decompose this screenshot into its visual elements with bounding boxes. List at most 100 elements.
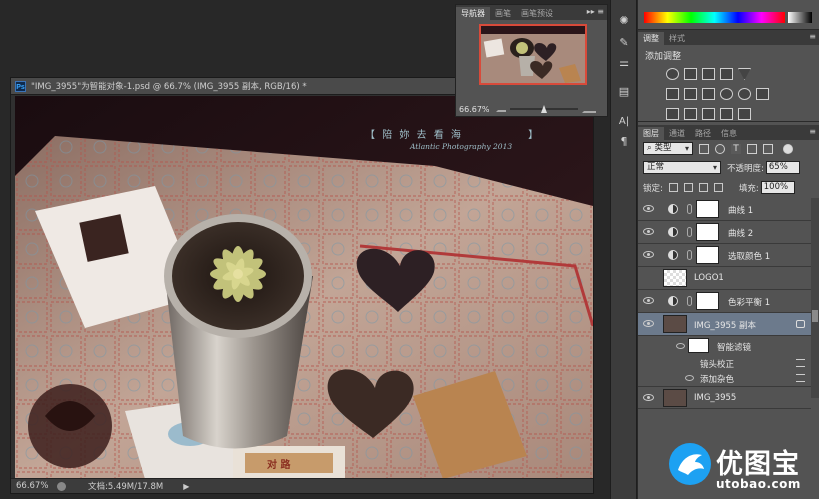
- eye-visibility-icon[interactable]: [643, 228, 654, 235]
- smart-filters-row[interactable]: 智能滤镜: [638, 336, 811, 356]
- tab-adjustments[interactable]: 调整: [638, 32, 664, 45]
- bird-logo-icon: [669, 443, 711, 485]
- black-white-icon[interactable]: [702, 88, 715, 100]
- navigator-panel-icon[interactable]: ✺: [615, 13, 633, 29]
- lock-transparent-icon[interactable]: [668, 183, 678, 192]
- tab-brush[interactable]: 画笔: [490, 7, 516, 20]
- panel-menu-icon[interactable]: ▸▸ ≡: [587, 7, 604, 16]
- posterize-icon[interactable]: [684, 108, 697, 120]
- layer-row-img3955[interactable]: IMG_3955: [638, 386, 811, 409]
- link-icon[interactable]: [687, 250, 692, 260]
- filter-smart-object-icon[interactable]: [763, 143, 773, 154]
- blend-mode-select[interactable]: 正常: [643, 161, 721, 174]
- layer-row-curves-1[interactable]: 曲线 1: [638, 198, 811, 221]
- layers-scrollbar[interactable]: [811, 198, 819, 398]
- layer-mask-thumbnail[interactable]: [696, 246, 719, 264]
- tab-styles[interactable]: 样式: [664, 32, 690, 45]
- brush-panel-icon[interactable]: ✎: [615, 35, 633, 51]
- lock-position-icon[interactable]: [698, 183, 708, 192]
- zoom-in-icon[interactable]: [582, 105, 596, 113]
- fill-input[interactable]: 100%: [760, 181, 795, 194]
- filter-type-icon[interactable]: T: [731, 143, 741, 154]
- lock-image-icon[interactable]: [683, 183, 693, 192]
- image-canvas[interactable]: 【 陪 妳 去 看 海 】 Atlantic Photography 2013 …: [15, 96, 593, 479]
- layer-mask-thumbnail[interactable]: [696, 223, 719, 241]
- selective-color-icon[interactable]: [738, 108, 751, 120]
- curves-icon[interactable]: [702, 68, 715, 80]
- vibrance-icon[interactable]: [738, 68, 751, 80]
- layers-panel-menu-icon[interactable]: ≡: [809, 127, 816, 136]
- exposure-icon[interactable]: [720, 68, 733, 80]
- filter-toggle-icon[interactable]: [783, 143, 793, 154]
- filter-row-add-noise[interactable]: 添加杂色: [638, 371, 811, 386]
- grayscale-ramp[interactable]: [788, 12, 812, 23]
- tab-paths[interactable]: 路径: [690, 127, 716, 140]
- invert-icon[interactable]: [666, 108, 679, 120]
- layer-row-logo1[interactable]: LOGO1: [638, 267, 811, 290]
- eye-visibility-icon[interactable]: [643, 394, 654, 401]
- filter-shape-icon[interactable]: [747, 143, 757, 154]
- eye-visibility-icon[interactable]: [685, 375, 694, 381]
- opacity-label: 不透明度:: [727, 163, 764, 174]
- gradient-map-icon[interactable]: [720, 108, 733, 120]
- levels-icon[interactable]: [684, 68, 697, 80]
- layer-mask-thumbnail[interactable]: [696, 292, 719, 310]
- layer-row-selective-color-1[interactable]: 选取颜色 1: [638, 244, 811, 267]
- filter-row-lens-correction[interactable]: 镜头校正: [638, 356, 811, 371]
- eye-visibility-icon[interactable]: [643, 251, 654, 258]
- navigator-zoom-value[interactable]: 66.67%: [456, 105, 496, 114]
- paragraph-panel-icon[interactable]: ¶: [615, 134, 633, 150]
- filter-blending-options-icon[interactable]: [796, 374, 805, 382]
- blend-opacity-row: 正常 不透明度: 65%: [638, 161, 819, 174]
- brightness-contrast-icon[interactable]: [666, 68, 679, 80]
- character-panel-icon[interactable]: A|: [615, 114, 633, 130]
- navigator-thumbnail[interactable]: [479, 24, 587, 85]
- channel-mixer-icon[interactable]: [738, 88, 751, 100]
- threshold-icon[interactable]: [702, 108, 715, 120]
- document-title: "IMG_3955"为智能对象-1.psd @ 66.7% (IMG_3955 …: [31, 82, 307, 92]
- filter-adjustment-icon[interactable]: [715, 143, 725, 154]
- photo-sign-text: 对 路: [267, 460, 291, 471]
- filter-blending-options-icon[interactable]: [796, 359, 805, 367]
- link-icon[interactable]: [687, 204, 692, 214]
- layer-name: 色彩平衡 1: [728, 298, 771, 308]
- navigator-zoom-slider-knob[interactable]: [541, 105, 547, 113]
- tab-layers[interactable]: 图层: [638, 127, 664, 140]
- color-lookup-icon[interactable]: [756, 88, 769, 100]
- smart-filter-mask-thumbnail[interactable]: [688, 338, 709, 353]
- layer-mask-thumbnail[interactable]: [696, 200, 719, 218]
- layers-scrollbar-thumb[interactable]: [812, 310, 818, 322]
- status-menu-arrow-icon[interactable]: ▶: [183, 482, 189, 491]
- brush-presets-panel-icon[interactable]: ⚌: [615, 55, 633, 71]
- tab-channels[interactable]: 通道: [664, 127, 690, 140]
- status-zoom[interactable]: 66.67%: [11, 481, 57, 491]
- opacity-input[interactable]: 65%: [765, 161, 800, 174]
- eye-visibility-icon[interactable]: [676, 343, 685, 349]
- document-info-icon[interactable]: [57, 481, 66, 491]
- eye-visibility-icon[interactable]: [643, 297, 654, 304]
- tab-info[interactable]: 信息: [716, 127, 742, 140]
- layer-row-img3955-copy[interactable]: IMG_3955 副本: [638, 313, 811, 336]
- color-balance-icon[interactable]: [684, 88, 697, 100]
- eye-visibility-icon[interactable]: [643, 205, 654, 212]
- navigator-zoom-slider[interactable]: [510, 105, 578, 113]
- layer-row-color-balance-1[interactable]: 色彩平衡 1: [638, 290, 811, 313]
- adjustments-panel-menu-icon[interactable]: ≡: [809, 32, 816, 41]
- tab-navigator[interactable]: 导航器: [456, 7, 490, 20]
- hue-saturation-icon[interactable]: [666, 88, 679, 100]
- tab-brush-presets[interactable]: 画笔预设: [516, 7, 558, 20]
- history-panel-icon[interactable]: ▤: [615, 84, 633, 100]
- link-icon[interactable]: [687, 296, 692, 306]
- photo-filter-icon[interactable]: [720, 88, 733, 100]
- photo-caption: 【 陪 妳 去 看 海 】: [365, 126, 540, 141]
- layer-name: 曲线 1: [728, 206, 754, 216]
- lock-all-icon[interactable]: [713, 183, 723, 192]
- eye-visibility-icon[interactable]: [643, 320, 654, 327]
- zoom-out-icon[interactable]: [496, 106, 506, 112]
- color-spectrum[interactable]: [644, 12, 785, 23]
- layer-row-curves-2[interactable]: 曲线 2: [638, 221, 811, 244]
- link-icon[interactable]: [687, 227, 692, 237]
- filter-pixel-icon[interactable]: [699, 143, 709, 154]
- layer-filter-select[interactable]: ⌕ 类型: [643, 142, 693, 155]
- layer-name: 选取颜色 1: [728, 252, 771, 262]
